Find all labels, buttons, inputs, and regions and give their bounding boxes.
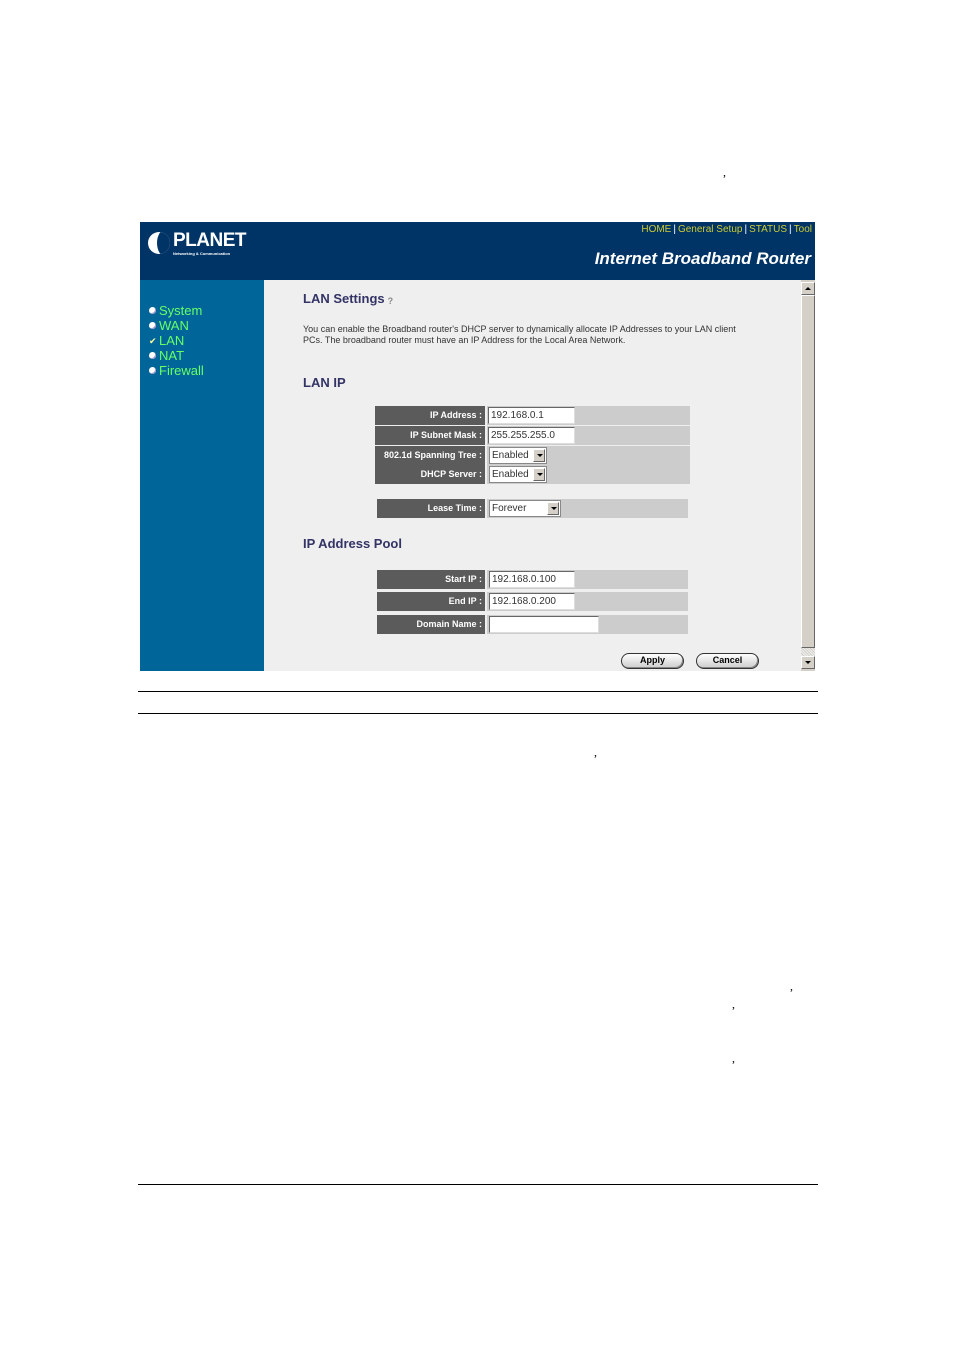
subnet-mask-label: IP Subnet Mask : [375, 426, 485, 445]
page-title-text: LAN Settings [303, 291, 385, 306]
nav-tool[interactable]: Tool [794, 224, 812, 235]
ip-address-input[interactable]: 192.168.0.1 [488, 407, 575, 424]
stray-comma: , [732, 997, 735, 1011]
vertical-scrollbar[interactable] [801, 280, 815, 671]
sidebar-item-label: WAN [159, 318, 189, 333]
logo-wordmark: PLANET [173, 230, 247, 251]
subnet-mask-cell: 255.255.255.0 [487, 426, 690, 445]
domain-name-input[interactable] [489, 616, 599, 633]
sidebar-item-label: System [159, 303, 203, 318]
stray-comma: , [594, 745, 597, 759]
nav-separator: | [744, 224, 748, 235]
spanning-tree-row: 802.1d Spanning Tree : Enabled [375, 446, 690, 465]
check-icon: ✔ [149, 336, 157, 346]
domain-name-row: Domain Name : [377, 615, 688, 634]
lease-time-value: Forever [492, 503, 527, 514]
dhcp-server-label: DHCP Server : [375, 465, 485, 484]
end-ip-label: End IP : [377, 592, 485, 611]
start-ip-row: Start IP : 192.168.0.100 [377, 570, 688, 589]
sidebar-item-system[interactable]: System [149, 303, 204, 318]
domain-name-cell [487, 615, 688, 634]
end-ip-input[interactable]: 192.168.0.200 [489, 593, 575, 610]
nav-separator: | [789, 224, 792, 235]
bullet-icon [149, 367, 156, 374]
divider [138, 1184, 818, 1185]
spanning-tree-select[interactable]: Enabled [489, 447, 547, 464]
stray-comma: , [723, 165, 726, 179]
sidebar-item-nat[interactable]: NAT [149, 348, 204, 363]
dhcp-server-row: DHCP Server : Enabled [375, 465, 690, 484]
planet-logo: PLANET Networking & Communication [148, 230, 248, 261]
nav-home[interactable]: HOME [641, 224, 671, 235]
lease-time-label: Lease Time : [377, 499, 485, 518]
end-ip-row: End IP : 192.168.0.200 [377, 592, 688, 611]
ip-pool-heading: IP Address Pool [303, 536, 402, 551]
scroll-thumb[interactable] [801, 295, 815, 648]
chevron-down-icon[interactable] [533, 449, 545, 462]
subnet-mask-input[interactable]: 255.255.255.0 [488, 427, 575, 444]
subnet-mask-row: IP Subnet Mask : 255.255.255.0 [375, 426, 690, 445]
cancel-button[interactable]: Cancel [696, 653, 759, 669]
spanning-tree-label: 802.1d Spanning Tree : [375, 446, 485, 465]
chevron-down-icon[interactable] [547, 502, 559, 515]
lan-ip-heading: LAN IP [303, 375, 346, 390]
lease-time-select[interactable]: Forever [489, 500, 561, 517]
lease-time-row: Lease Time : Forever [377, 499, 688, 518]
bullet-icon [149, 322, 156, 329]
nav-status[interactable]: STATUS [749, 224, 787, 235]
apply-button[interactable]: Apply [621, 653, 684, 669]
nav-separator: | [673, 224, 676, 235]
chevron-down-icon[interactable] [533, 468, 545, 481]
header: PLANET Networking & Communication HOME | G… [140, 222, 815, 280]
content-panel: LAN Settings? You can enable the Broadba… [264, 280, 801, 671]
page-title: LAN Settings? [303, 291, 400, 306]
sidebar-item-label: Firewall [159, 363, 204, 378]
bullet-icon [149, 352, 156, 359]
sidebar-item-firewall[interactable]: Firewall [149, 363, 204, 378]
ip-address-row: IP Address : 192.168.0.1 [375, 406, 690, 425]
top-nav: HOME | General Setup | STATUS | Tool [641, 224, 812, 235]
bullet-icon [149, 307, 156, 314]
help-icon[interactable]: ? [388, 296, 400, 306]
sidebar-item-lan[interactable]: ✔ LAN [149, 333, 204, 348]
lease-time-cell: Forever [487, 499, 688, 518]
dhcp-server-value: Enabled [492, 469, 529, 480]
spanning-tree-value: Enabled [492, 450, 529, 461]
sidebar-item-label: NAT [159, 348, 185, 363]
router-web-ui-screenshot: PLANET Networking & Communication HOME | G… [140, 222, 815, 671]
domain-name-label: Domain Name : [377, 615, 485, 634]
scroll-up-arrow-icon[interactable] [801, 282, 815, 295]
stray-comma: , [790, 979, 793, 993]
sidebar: System WAN ✔ LAN NAT Firewall [140, 280, 264, 671]
description: You can enable the Broadband router's DH… [303, 324, 736, 345]
end-ip-cell: 192.168.0.200 [487, 592, 688, 611]
ip-address-cell: 192.168.0.1 [487, 406, 690, 425]
start-ip-label: Start IP : [377, 570, 485, 589]
ip-address-label: IP Address : [375, 406, 485, 425]
spanning-tree-cell: Enabled [487, 446, 690, 465]
sidebar-item-wan[interactable]: WAN [149, 318, 204, 333]
dhcp-server-select[interactable]: Enabled [489, 466, 547, 483]
product-title: Internet Broadband Router [594, 249, 811, 268]
sidebar-item-label: LAN [159, 333, 185, 348]
logo-tagline: Networking & Communication [173, 251, 231, 256]
stray-comma: , [732, 1051, 735, 1065]
divider [138, 691, 818, 692]
dhcp-server-cell: Enabled [487, 465, 690, 484]
scroll-down-arrow-icon[interactable] [801, 656, 815, 669]
start-ip-input[interactable]: 192.168.0.100 [489, 571, 575, 588]
nav-general-setup[interactable]: General Setup [678, 224, 743, 235]
divider [138, 713, 818, 714]
globe-icon [148, 232, 170, 254]
start-ip-cell: 192.168.0.100 [487, 570, 688, 589]
